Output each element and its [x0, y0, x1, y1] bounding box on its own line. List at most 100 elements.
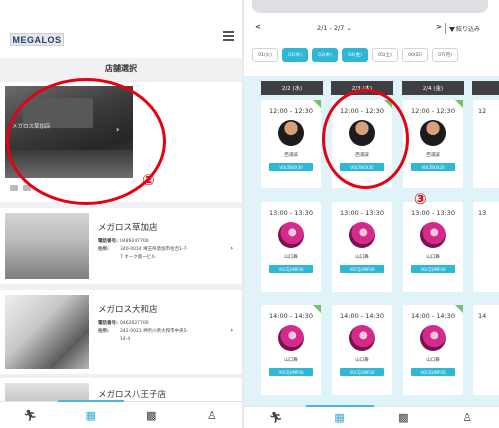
- program-tag: VOLTJUMP30: [411, 368, 455, 376]
- class-slot-card[interactable]: 13:00 - 13:30 山口舞 VOLTJUMP30: [261, 202, 321, 292]
- instructor-avatar: [349, 325, 375, 351]
- instructor-name: 山口舞: [355, 255, 369, 260]
- instructor-name: 山口舞: [284, 255, 298, 260]
- user-icon[interactable]: ♙: [205, 408, 219, 422]
- slot-time: 14:00 - 14:30: [269, 312, 313, 320]
- day-chip[interactable]: 03(木): [312, 48, 338, 62]
- store-row[interactable]: メガロス大和店 電話番号: 0462627700 住所: 242-0021 神奈川県…: [0, 290, 242, 374]
- class-slot-card[interactable]: 13:00 - 13:30 山口舞 VOLTJUMP30: [403, 202, 463, 292]
- filter-icon: [449, 27, 455, 32]
- instructor-avatar: [278, 222, 304, 248]
- instructor-name: 山口舞: [426, 255, 440, 260]
- menu-icon[interactable]: [223, 31, 234, 41]
- program-tag: VOLTJUMP30: [340, 265, 384, 273]
- run-icon[interactable]: 🏃︎: [23, 408, 37, 422]
- slot-time: 13:00 - 13:30: [269, 209, 313, 217]
- active-tab-indicator: [306, 405, 374, 407]
- store-address: 242-0021 神奈川県大和市中央5-: [120, 329, 189, 334]
- day-chip[interactable]: 02(水): [282, 48, 308, 62]
- instructor-avatar: [278, 325, 304, 351]
- annotation-circle: [322, 89, 409, 189]
- instructor-name: 山口舞: [426, 358, 440, 363]
- active-tab-indicator: [58, 400, 124, 402]
- day-chip[interactable]: 05(土): [372, 48, 398, 62]
- page-title: 店舗選択: [105, 64, 137, 73]
- slot-time: 12:00 - 12:30: [411, 107, 455, 115]
- class-slot-card[interactable]: 14: [473, 305, 499, 395]
- chevron-down-icon: ⌄: [346, 24, 352, 32]
- bottom-nav: 🏃︎ ▦ ▩ ♙: [0, 400, 242, 428]
- class-slot-card[interactable]: 12: [473, 100, 499, 188]
- date-range-select[interactable]: 2/1 - 2/7 ⌄: [317, 24, 352, 32]
- day-header: [472, 81, 499, 95]
- annotation-number: ②: [142, 171, 155, 189]
- slot-time: 13: [478, 209, 487, 217]
- class-slot-card[interactable]: 14:00 - 14:30 山口舞 VOLTJUMP30: [403, 305, 463, 395]
- day-header: 2/4 (金): [402, 81, 464, 95]
- screenshot-root: MEGALOS 店舗選択 メガロス草加店 › メガロス草加店 電話番号: 0489…: [0, 0, 499, 428]
- chevron-right-icon: ›: [230, 245, 233, 252]
- user-icon[interactable]: ♙: [460, 411, 474, 425]
- calendar-icon[interactable]: ▦: [84, 408, 98, 422]
- app-header: MEGALOS: [0, 0, 242, 58]
- class-slot-card[interactable]: 13: [473, 202, 499, 292]
- class-slot-card[interactable]: 12:00 - 12:30 西浦誠 VOLTBOX30: [403, 100, 463, 188]
- top-strip: [252, 0, 488, 13]
- chevron-right-icon: ›: [230, 327, 233, 334]
- megalos-logo[interactable]: MEGALOS: [10, 33, 64, 46]
- filter-button[interactable]: 絞り込み: [449, 24, 480, 33]
- store-name: メガロス大和店: [98, 305, 158, 315]
- store-thumbnail: [5, 295, 89, 369]
- chevron-right-icon: ›: [116, 125, 120, 134]
- date-bar: < 2/1 - 2/7 ⌄ > 絞り込み: [244, 21, 499, 39]
- day-chip[interactable]: 04(金): [342, 48, 368, 62]
- prev-week-button[interactable]: <: [255, 23, 261, 31]
- class-slot-card[interactable]: 14:00 - 14:30 山口舞 VOLTJUMP30: [261, 305, 321, 395]
- qr-icon[interactable]: ▩: [144, 408, 158, 422]
- program-tag: VOLTJUMP30: [411, 265, 455, 273]
- slot-time: 13:00 - 13:30: [340, 209, 384, 217]
- instructor-name: 西浦誠: [426, 153, 440, 158]
- slot-time: 14:00 - 14:30: [340, 312, 384, 320]
- slot-time: 14: [478, 312, 487, 320]
- instructor-avatar: [420, 325, 446, 351]
- store-phone: 0489247700: [120, 239, 149, 244]
- day-chip[interactable]: 06(日): [402, 48, 428, 62]
- day-chip[interactable]: 01(火): [252, 48, 278, 62]
- store-address: 340-0014 埼玉県草加市住吉1-7-: [120, 247, 189, 252]
- instructor-avatar: [278, 120, 304, 146]
- instructor-name: 山口舞: [284, 358, 298, 363]
- store-info: 電話番号: 0462627700 住所: 242-0021 神奈川県大和市中央5- …: [98, 321, 189, 342]
- store-select-screen: MEGALOS 店舗選択 メガロス草加店 › メガロス草加店 電話番号: 0489…: [0, 0, 242, 428]
- next-week-button[interactable]: >: [436, 23, 442, 31]
- store-thumbnail: [5, 213, 89, 279]
- program-tag: VOLTBOX30: [269, 163, 313, 171]
- class-slot-card[interactable]: 14:00 - 14:30 山口舞 VOLTJUMP30: [332, 305, 392, 395]
- store-photo-label: メガロス草加店: [12, 124, 51, 130]
- store-info: 電話番号: 0489247700 住所: 340-0014 埼玉県草加市住吉1-7-…: [98, 239, 189, 260]
- program-tag: VOLTJUMP30: [269, 265, 313, 273]
- slot-time: 14:00 - 14:30: [411, 312, 455, 320]
- program-tag: VOLTBOX30: [411, 163, 455, 171]
- slot-time: 12: [478, 107, 487, 115]
- program-tag: VOLTJUMP30: [269, 368, 313, 376]
- calendar-icon[interactable]: ▦: [333, 411, 347, 425]
- run-icon[interactable]: 🏃︎: [269, 411, 283, 425]
- store-row[interactable]: メガロス草加店 電話番号: 0489247700 住所: 340-0014 埼玉県草…: [0, 208, 242, 284]
- day-chip[interactable]: 07(月): [432, 48, 458, 62]
- slot-time: 12:00 - 12:30: [269, 107, 313, 115]
- instructor-avatar: [420, 120, 446, 146]
- day-header: 2/2 (水): [261, 81, 323, 95]
- store-name: メガロス草加店: [98, 223, 158, 233]
- instructor-name: 山口舞: [355, 358, 369, 363]
- qr-icon[interactable]: ▩: [396, 411, 410, 425]
- class-slot-card[interactable]: 12:00 - 12:30 西浦誠 VOLTBOX30: [261, 100, 321, 188]
- annotation-number: ③: [414, 190, 427, 208]
- store-name: メガロス八王子店: [98, 390, 167, 400]
- slot-time: 13:00 - 13:30: [411, 209, 455, 217]
- class-slot-card[interactable]: 13:00 - 13:30 山口舞 VOLTJUMP30: [332, 202, 392, 292]
- instructor-avatar: [420, 222, 446, 248]
- bottom-nav: 🏃︎ ▦ ▩ ♙: [244, 405, 499, 428]
- day-chips: 01(火) 02(水) 03(木) 04(金) 05(土) 06(日) 07(月…: [252, 48, 458, 62]
- instructor-avatar: [349, 222, 375, 248]
